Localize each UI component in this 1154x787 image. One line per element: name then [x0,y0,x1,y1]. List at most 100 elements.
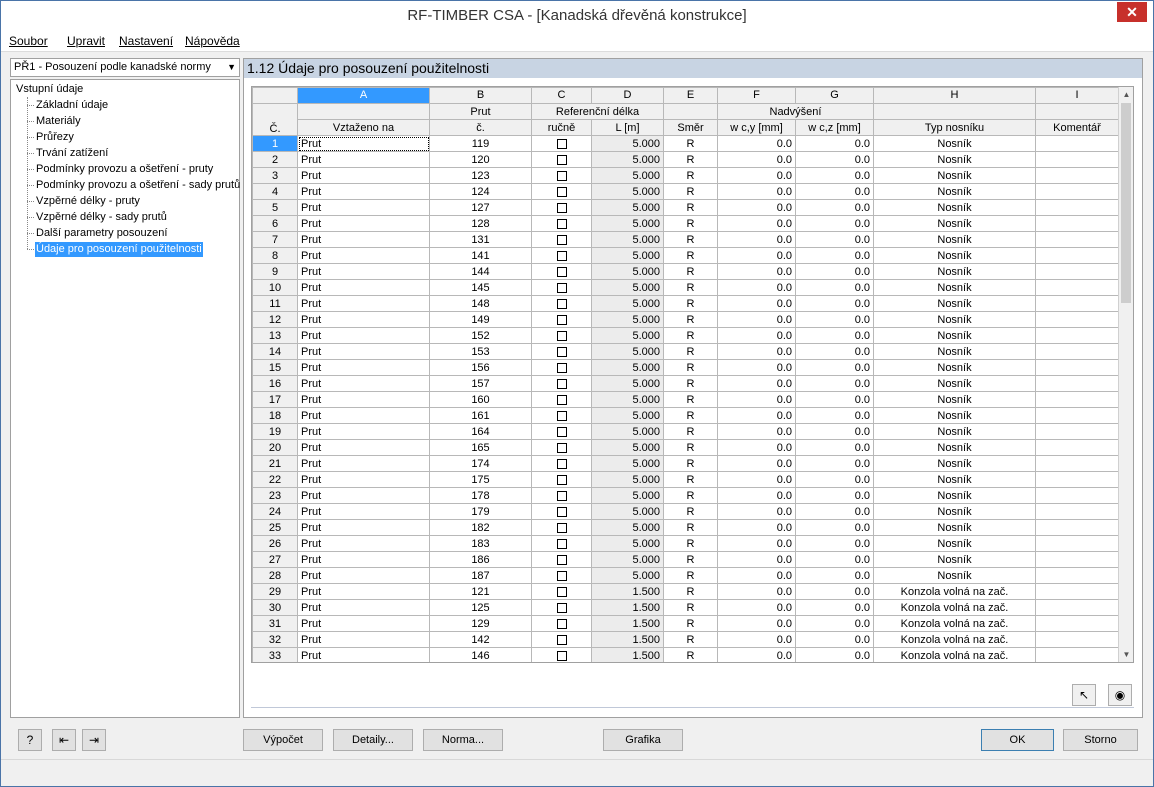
cell-precamber-y[interactable]: 0.0 [717,263,796,280]
cell-precamber-y[interactable]: 0.0 [717,519,796,536]
cell-manual[interactable] [531,295,592,312]
column-letter[interactable]: G [795,87,874,104]
cell-precamber-y[interactable]: 0.0 [717,327,796,344]
cell-manual[interactable] [531,279,592,296]
cell-manual[interactable] [531,535,592,552]
cell-comment[interactable] [1035,407,1119,424]
cell-precamber-z[interactable]: 0.0 [795,279,874,296]
cell-precamber-y[interactable]: 0.0 [717,311,796,328]
cell-manual[interactable] [531,359,592,376]
manual-checkbox[interactable] [556,602,567,613]
cell-manual[interactable] [531,439,592,456]
cell-direction[interactable]: R [663,311,718,328]
cell-member-no[interactable]: 156 [429,359,532,376]
cell-precamber-y[interactable]: 0.0 [717,535,796,552]
manual-checkbox[interactable] [556,346,567,357]
cell-comment[interactable] [1035,567,1119,584]
menu-upravit[interactable]: Upravit [67,34,105,48]
cell-beam-type[interactable]: Konzola volná na zač. [873,583,1036,600]
cell-precamber-z[interactable]: 0.0 [795,183,874,200]
cell-direction[interactable]: R [663,535,718,552]
row-number[interactable]: 25 [252,519,298,536]
tree-item[interactable]: Údaje pro posouzení použitelnosti [35,242,203,257]
column-letter[interactable]: B [429,87,532,104]
cell-manual[interactable] [531,215,592,232]
manual-checkbox[interactable] [556,410,567,421]
cell-member-no[interactable]: 178 [429,487,532,504]
cell-member-no[interactable]: 127 [429,199,532,216]
cell-comment[interactable] [1035,295,1119,312]
cell-precamber-y[interactable]: 0.0 [717,343,796,360]
manual-checkbox[interactable] [556,650,567,661]
cell-reference[interactable]: Prut [297,487,430,504]
cell-precamber-y[interactable]: 0.0 [717,391,796,408]
cell-member-no[interactable]: 145 [429,279,532,296]
cell-precamber-z[interactable]: 0.0 [795,631,874,648]
cell-manual[interactable] [531,583,592,600]
cell-reference[interactable]: Prut [297,599,430,616]
cell-beam-type[interactable]: Nosník [873,327,1036,344]
cell-beam-type[interactable]: Nosník [873,535,1036,552]
cell-precamber-z[interactable]: 0.0 [795,455,874,472]
cell-manual[interactable] [531,551,592,568]
tree-item[interactable]: Materiály [35,114,82,129]
column-letter[interactable]: D [591,87,664,104]
cell-precamber-z[interactable]: 0.0 [795,199,874,216]
cell-reference[interactable]: Prut [297,391,430,408]
cell-member-no[interactable]: 128 [429,215,532,232]
manual-checkbox[interactable] [556,330,567,341]
cell-precamber-y[interactable]: 0.0 [717,615,796,632]
cell-reference[interactable]: Prut [297,135,430,152]
column-letter[interactable]: H [873,87,1036,104]
manual-checkbox[interactable] [556,618,567,629]
cell-manual[interactable] [531,247,592,264]
cell-precamber-y[interactable]: 0.0 [717,183,796,200]
cell-reference[interactable]: Prut [297,151,430,168]
row-number[interactable]: 17 [252,391,298,408]
row-number[interactable]: 4 [252,183,298,200]
cell-comment[interactable] [1035,647,1119,662]
cell-comment[interactable] [1035,231,1119,248]
cell-direction[interactable]: R [663,263,718,280]
cell-member-no[interactable]: 129 [429,615,532,632]
export-icon[interactable]: ⇤ [52,729,76,751]
cell-precamber-z[interactable]: 0.0 [795,423,874,440]
cell-comment[interactable] [1035,279,1119,296]
cell-length[interactable]: 5.000 [591,391,664,408]
cell-reference[interactable]: Prut [297,615,430,632]
cell-direction[interactable]: R [663,343,718,360]
cell-beam-type[interactable]: Nosník [873,167,1036,184]
cell-comment[interactable] [1035,487,1119,504]
cell-length[interactable]: 5.000 [591,135,664,152]
cell-precamber-z[interactable]: 0.0 [795,583,874,600]
cell-precamber-y[interactable]: 0.0 [717,423,796,440]
cell-reference[interactable]: Prut [297,263,430,280]
cell-length[interactable]: 5.000 [591,551,664,568]
cell-member-no[interactable]: 123 [429,167,532,184]
cell-reference[interactable]: Prut [297,167,430,184]
cell-direction[interactable]: R [663,519,718,536]
cell-length[interactable]: 1.500 [591,615,664,632]
manual-checkbox[interactable] [556,426,567,437]
menu-napoveda[interactable]: Nápověda [185,34,240,48]
row-number[interactable]: 2 [252,151,298,168]
cell-comment[interactable] [1035,151,1119,168]
cell-member-no[interactable]: 165 [429,439,532,456]
manual-checkbox[interactable] [556,634,567,645]
cell-beam-type[interactable]: Nosník [873,439,1036,456]
cell-manual[interactable] [531,391,592,408]
manual-checkbox[interactable] [556,586,567,597]
cell-reference[interactable]: Prut [297,551,430,568]
cell-comment[interactable] [1035,199,1119,216]
cell-member-no[interactable]: 179 [429,503,532,520]
cell-reference[interactable]: Prut [297,503,430,520]
cell-precamber-z[interactable]: 0.0 [795,503,874,520]
cell-member-no[interactable]: 175 [429,471,532,488]
manual-checkbox[interactable] [556,362,567,373]
row-number[interactable]: 20 [252,439,298,456]
cell-beam-type[interactable]: Nosník [873,455,1036,472]
cell-reference[interactable]: Prut [297,535,430,552]
cell-precamber-z[interactable]: 0.0 [795,519,874,536]
cell-precamber-y[interactable]: 0.0 [717,167,796,184]
cell-beam-type[interactable]: Nosník [873,263,1036,280]
